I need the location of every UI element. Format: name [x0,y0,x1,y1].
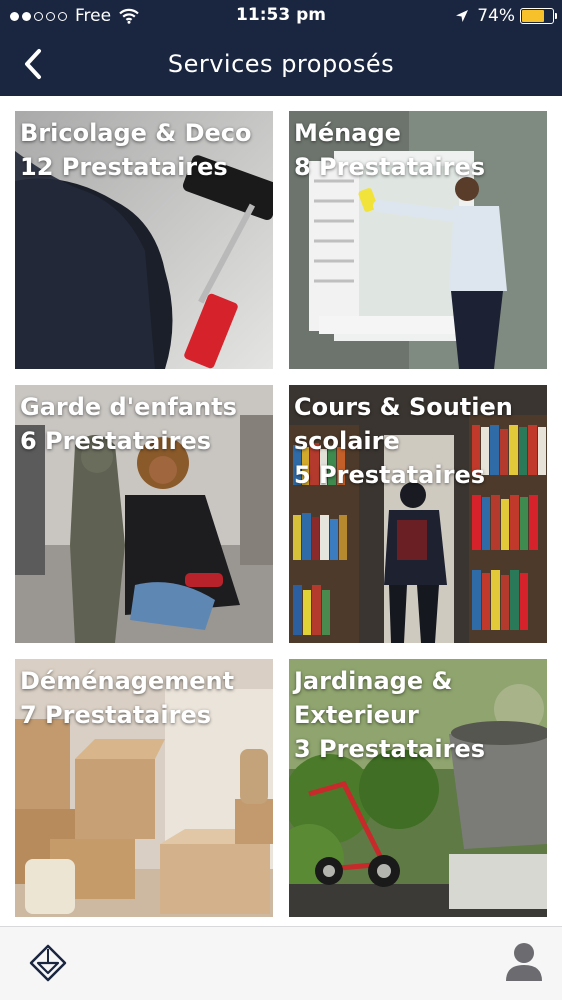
service-tile-garde-enfants[interactable]: Garde d'enfants 6 Prestataires [15,385,273,643]
service-title: Bricolage & Deco [20,119,252,147]
service-tile-bricolage[interactable]: Bricolage & Deco 12 Prestataires [15,111,273,369]
status-right: 74% [455,5,557,27]
service-caption: Ménage 8 Prestataires [294,116,541,184]
service-count: 5 Prestataires [294,461,486,489]
service-title: Déménagement [20,667,235,695]
service-caption: Cours & Soutien scolaire 5 Prestataires [294,390,541,492]
battery-fill [522,10,545,22]
service-title: Jardinage & Exterieur [294,667,453,729]
service-count: 12 Prestataires [20,153,228,181]
service-tile-menage[interactable]: Ménage 8 Prestataires [289,111,547,369]
tab-bar [0,926,562,1000]
service-tile-demenagement[interactable]: Déménagement 7 Prestataires [15,659,273,917]
tab-profile[interactable] [504,941,544,983]
service-tile-jardinage[interactable]: Jardinage & Exterieur 3 Prestataires [289,659,547,917]
tab-home[interactable] [28,943,68,983]
service-caption: Déménagement 7 Prestataires [20,664,267,732]
service-caption: Garde d'enfants 6 Prestataires [20,390,267,458]
diamond-logo-icon [29,944,67,982]
battery-percent: 74% [477,6,515,26]
service-tile-cours-soutien[interactable]: Cours & Soutien scolaire 5 Prestataires [289,385,547,643]
user-icon [506,943,542,981]
service-caption: Jardinage & Exterieur 3 Prestataires [294,664,541,766]
service-count: 6 Prestataires [20,427,212,455]
service-count: 3 Prestataires [294,735,486,763]
location-arrow-icon [456,10,469,22]
services-grid: Bricolage & Deco 12 Prestataires Ménage [0,96,562,926]
service-count: 8 Prestataires [294,153,486,181]
service-caption: Bricolage & Deco 12 Prestataires [20,116,267,184]
battery-icon [520,8,557,24]
status-bar: Free 11:53 pm 74% [0,0,562,32]
service-count: 7 Prestataires [20,701,212,729]
page-title: Services proposés [167,50,395,78]
service-title: Garde d'enfants [20,393,237,421]
nav-bar: Services proposés [0,32,562,96]
service-title: Cours & Soutien scolaire [294,393,513,455]
service-title: Ménage [294,119,401,147]
